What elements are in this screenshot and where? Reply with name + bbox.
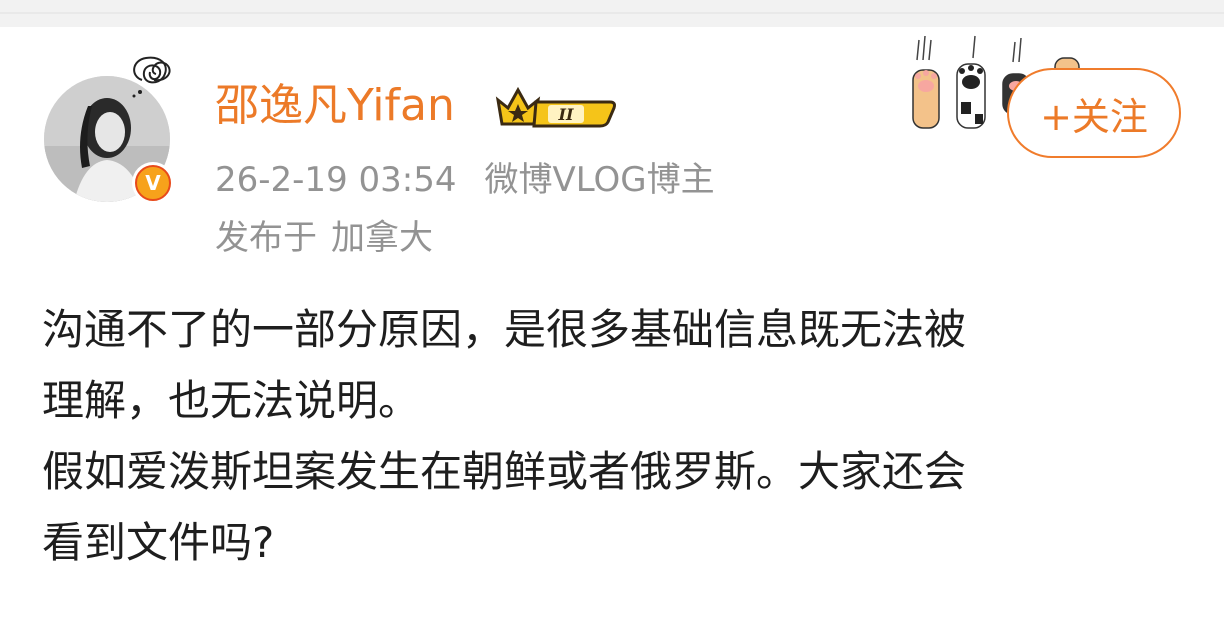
post-line: 假如爱泼斯坦案发生在朝鲜或者俄罗斯。大家还会 <box>42 447 967 496</box>
post-content: 沟通不了的一部分原因，是很多基础信息既无法被 理解，也无法说明。 假如爱泼斯坦案… <box>42 294 1192 578</box>
username[interactable]: 邵逸凡Yifan <box>215 80 455 132</box>
verified-v-icon: V <box>132 162 174 204</box>
top-divider <box>0 0 1224 27</box>
location-name: 加拿大 <box>331 218 433 258</box>
location-prefix: 发布于 <box>215 218 317 258</box>
vip-crown-icon[interactable]: II <box>490 82 618 132</box>
post-line: 理解，也无法说明。 <box>42 376 421 425</box>
post-line: 看到文件吗? <box>42 518 275 567</box>
vip-level: II <box>558 105 574 124</box>
post-source[interactable]: 微博VLOG博主 <box>485 160 715 200</box>
post-line: 沟通不了的一部分原因，是很多基础信息既无法被 <box>42 305 967 354</box>
follow-button[interactable]: +关注 <box>1007 68 1181 158</box>
post-location: 发布于 加拿大 <box>215 216 433 260</box>
post-date: 26-2-19 03:54 <box>215 160 457 200</box>
weibo-post-card: V 邵逸凡Yifan II 26-2-19 03:54 微博VLOG博主 发布于加… <box>0 0 1224 631</box>
post-meta: 26-2-19 03:54 微博VLOG博主 <box>215 158 715 202</box>
scribble-thought-icon <box>132 56 171 98</box>
